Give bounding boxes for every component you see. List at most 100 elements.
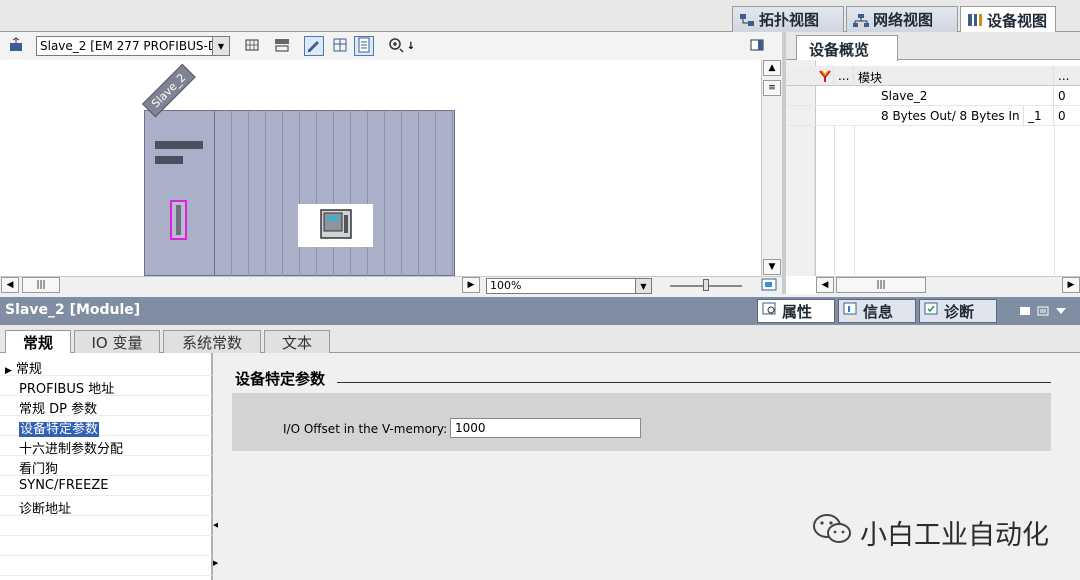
tab-network-view[interactable]: 网络视图 bbox=[846, 6, 958, 32]
tab-device-view[interactable]: 设备视图 bbox=[960, 6, 1056, 33]
label-button[interactable] bbox=[272, 36, 292, 56]
tab-texts[interactable]: 文本 bbox=[264, 330, 330, 353]
io-offset-input[interactable] bbox=[450, 418, 641, 438]
panel-toggle-button[interactable] bbox=[747, 36, 767, 56]
scroll-thumb[interactable]: ||| bbox=[22, 277, 60, 293]
menu-lines-icon[interactable]: ≡ bbox=[763, 80, 781, 96]
module-image[interactable] bbox=[298, 204, 373, 247]
grid-icon bbox=[244, 37, 260, 56]
nav-item-label: 常规 DP 参数 bbox=[19, 402, 98, 417]
nav-item-device-params[interactable]: 设备特定参数 bbox=[0, 416, 212, 437]
tab-system-constants[interactable]: 系统常数 bbox=[163, 330, 261, 353]
scroll-right-icon[interactable]: ▶ bbox=[462, 277, 480, 293]
table-row[interactable]: 8 Bytes Out/ 8 Bytes In _1 0 bbox=[786, 106, 1080, 126]
nav-item-profibus-address[interactable]: PROFIBUS 地址 bbox=[0, 376, 212, 397]
grid-line bbox=[814, 126, 815, 275]
row-value: 0 bbox=[1058, 109, 1066, 123]
rack-column bbox=[369, 111, 385, 276]
nav-item-label: 看门狗 bbox=[19, 462, 59, 477]
nav-item-general[interactable]: ▶ 常规 bbox=[0, 356, 212, 377]
zoom-in-icon bbox=[388, 37, 404, 56]
wechat-icon bbox=[812, 512, 852, 553]
scroll-right-icon[interactable]: ▶ bbox=[1062, 277, 1080, 293]
navigator-icon bbox=[760, 278, 778, 296]
device-tool-icon bbox=[8, 36, 24, 56]
rack-column bbox=[250, 111, 266, 276]
section-heading: 设备特定参数 bbox=[235, 368, 338, 389]
nav-item-sync-freeze[interactable]: SYNC/FREEZE bbox=[0, 476, 212, 496]
header-dots[interactable]: ... bbox=[834, 66, 854, 86]
param-group: I/O Offset in the V-memory: bbox=[232, 393, 1051, 451]
list-item bbox=[0, 536, 212, 556]
zoom-options-button[interactable]: ↓ bbox=[404, 36, 418, 56]
nav-item-label: 十六进制参数分配 bbox=[19, 442, 124, 457]
device-canvas[interactable]: Slave_2 bbox=[0, 60, 760, 276]
tab-topology-view[interactable]: 拓扑视图 bbox=[732, 6, 844, 32]
header-more[interactable]: ... bbox=[1054, 66, 1080, 86]
tab-label: 设备视图 bbox=[987, 11, 1048, 30]
overview-tabbar: 设备概览 bbox=[786, 32, 1080, 61]
table-row[interactable]: Slave_2 0 bbox=[786, 86, 1080, 106]
scroll-down-icon[interactable]: ▼ bbox=[763, 259, 781, 275]
tab-device-overview[interactable]: 设备概览 bbox=[796, 35, 898, 61]
properties-icon bbox=[762, 302, 778, 320]
info-icon bbox=[843, 302, 859, 320]
overview-hscrollbar[interactable]: ◀ ||| ▶ bbox=[816, 276, 1080, 294]
pen-icon bbox=[306, 37, 322, 56]
overview-nav-button[interactable] bbox=[760, 277, 780, 293]
property-nav-list: ▶ 常规 PROFIBUS 地址 常规 DP 参数 设备特定参数 十六进制参数分配… bbox=[0, 353, 212, 580]
rack-column bbox=[437, 111, 453, 276]
chevron-down-icon[interactable]: ▼ bbox=[212, 37, 229, 55]
em277-device-icon bbox=[318, 207, 354, 244]
device-select[interactable]: Slave_2 [EM 277 PROFIBUS-DP] ▼ bbox=[36, 36, 230, 56]
nav-item-hex-params[interactable]: 十六进制参数分配 bbox=[0, 436, 212, 457]
scroll-up-icon[interactable]: ▲ bbox=[763, 60, 781, 76]
row-module: Slave_2 bbox=[854, 86, 1054, 106]
watermark-text: 小白工业自动化 bbox=[860, 520, 1049, 551]
nav-item-label: 常规 bbox=[15, 362, 42, 377]
property-subtabs: 常规 IO 变量 系统常数 文本 bbox=[0, 325, 1080, 354]
table-header-row: ... 模块 ... bbox=[786, 66, 1080, 86]
zoom-slider-handle[interactable] bbox=[703, 279, 709, 291]
vertical-scrollbar[interactable]: ▲ ≡ ▼ bbox=[761, 60, 782, 276]
section-divider bbox=[235, 382, 1051, 383]
scroll-left-icon[interactable]: ◀ bbox=[1, 277, 19, 293]
page-icon bbox=[356, 37, 372, 56]
rack-slot[interactable] bbox=[145, 111, 215, 276]
tab-io-tags[interactable]: IO 变量 bbox=[74, 330, 160, 353]
device-status-icon bbox=[814, 66, 834, 86]
zoom-select[interactable]: 100% ▼ bbox=[486, 278, 652, 294]
overview-table: ... 模块 ... Slave_2 0 8 Bytes Out/ 8 Byte… bbox=[786, 66, 1080, 275]
zoom-slider[interactable] bbox=[670, 279, 742, 291]
device-tool-button[interactable] bbox=[6, 36, 26, 56]
panel-icon bbox=[749, 37, 765, 56]
page-view-button[interactable] bbox=[354, 36, 374, 56]
rack[interactable] bbox=[144, 110, 455, 276]
nav-item-diag-address[interactable]: 诊断地址 bbox=[0, 496, 212, 517]
scroll-left-icon[interactable]: ◀ bbox=[816, 277, 834, 293]
tab-diagnostics[interactable]: 诊断 bbox=[919, 299, 997, 323]
nav-item-general-dp[interactable]: 常规 DP 参数 bbox=[0, 396, 212, 417]
rack-column bbox=[267, 111, 283, 276]
layout-grid-button[interactable] bbox=[330, 36, 350, 56]
scroll-thumb[interactable]: ||| bbox=[836, 277, 926, 293]
list-item bbox=[0, 516, 212, 536]
row-module: 8 Bytes Out/ 8 Bytes In bbox=[854, 106, 1024, 126]
device-toolbar: Slave_2 [EM 277 PROFIBUS-DP] ▼ ↓ bbox=[0, 32, 782, 60]
expand-triangle-icon[interactable]: ▶ bbox=[5, 366, 12, 376]
tab-info[interactable]: 信息 bbox=[838, 299, 916, 323]
window-controls-icon[interactable] bbox=[1020, 305, 1072, 321]
zoom-button[interactable] bbox=[386, 36, 406, 56]
chevron-down-icon[interactable]: ▼ bbox=[635, 279, 651, 293]
tab-properties[interactable]: 属性 bbox=[757, 299, 835, 323]
tab-general[interactable]: 常规 bbox=[5, 330, 71, 354]
grid-line bbox=[1054, 126, 1055, 275]
slot-button[interactable] bbox=[242, 36, 262, 56]
device-icon bbox=[967, 13, 983, 27]
nav-item-watchdog[interactable]: 看门狗 bbox=[0, 456, 212, 477]
pen-button[interactable] bbox=[304, 36, 324, 56]
profibus-port[interactable] bbox=[170, 200, 187, 240]
header-module[interactable]: 模块 bbox=[854, 66, 1054, 86]
tab-label: 拓扑视图 bbox=[759, 11, 820, 29]
rack-column bbox=[403, 111, 419, 276]
